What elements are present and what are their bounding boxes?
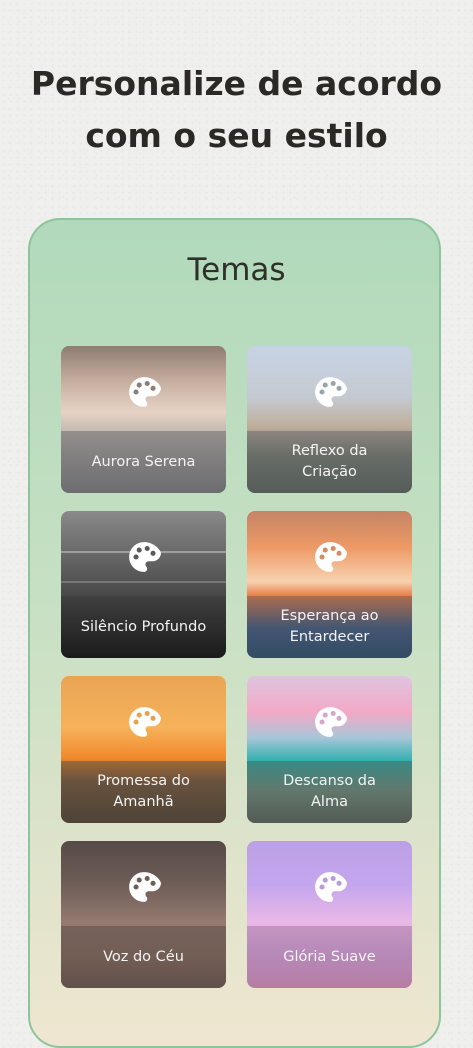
theme-label: Promessa do Amanhã [97, 773, 190, 810]
theme-card-voz-do-ceu[interactable]: Voz do Céu [61, 841, 226, 988]
wave-line [61, 581, 226, 583]
theme-label-box: Esperança ao Entardecer [247, 596, 412, 658]
palette-icon [314, 542, 347, 572]
theme-card-descanso-da-alma[interactable]: Descanso da Alma [247, 676, 412, 823]
theme-label: Glória Suave [283, 948, 376, 965]
palette-icon [314, 707, 347, 737]
themes-title: Temas [187, 252, 286, 288]
page-title: Personalize de acordo com o seu estilo [30, 64, 443, 155]
palette-icon [314, 377, 347, 407]
theme-label: Silêncio Profundo [80, 618, 207, 635]
palette-icon [128, 707, 161, 737]
theme-label-box: Promessa do Amanhã [61, 761, 226, 823]
theme-label: Aurora Serena [91, 453, 196, 470]
theme-label-box: Reflexo da Criação [247, 431, 412, 493]
theme-card-esperanca-ao-entardecer[interactable]: Esperança ao Entardecer [247, 511, 412, 658]
theme-card-promessa-do-amanha[interactable]: Promessa do Amanhã [61, 676, 226, 823]
theme-card-gloria-suave[interactable]: Glória Suave [247, 841, 412, 988]
theme-label-box: Silêncio Profundo [61, 596, 226, 658]
palette-icon [128, 542, 161, 572]
theme-card-silencio-profundo[interactable]: Silêncio Profundo [61, 511, 226, 658]
theme-label-box: Voz do Céu [61, 926, 226, 988]
palette-icon [314, 872, 347, 902]
theme-card-aurora-serena[interactable]: Aurora Serena [61, 346, 226, 493]
palette-icon [128, 872, 161, 902]
theme-card-reflexo-da-criacao[interactable]: Reflexo da Criação [247, 346, 412, 493]
palette-icon [128, 377, 161, 407]
theme-label: Voz do Céu [103, 948, 184, 965]
theme-label-box: Aurora Serena [61, 431, 226, 493]
theme-label: Descanso da Alma [283, 773, 376, 810]
theme-label: Reflexo da Criação [291, 443, 368, 480]
theme-label-box: Descanso da Alma [247, 761, 412, 823]
theme-label: Esperança ao Entardecer [280, 608, 379, 645]
theme-label-box: Glória Suave [247, 926, 412, 988]
